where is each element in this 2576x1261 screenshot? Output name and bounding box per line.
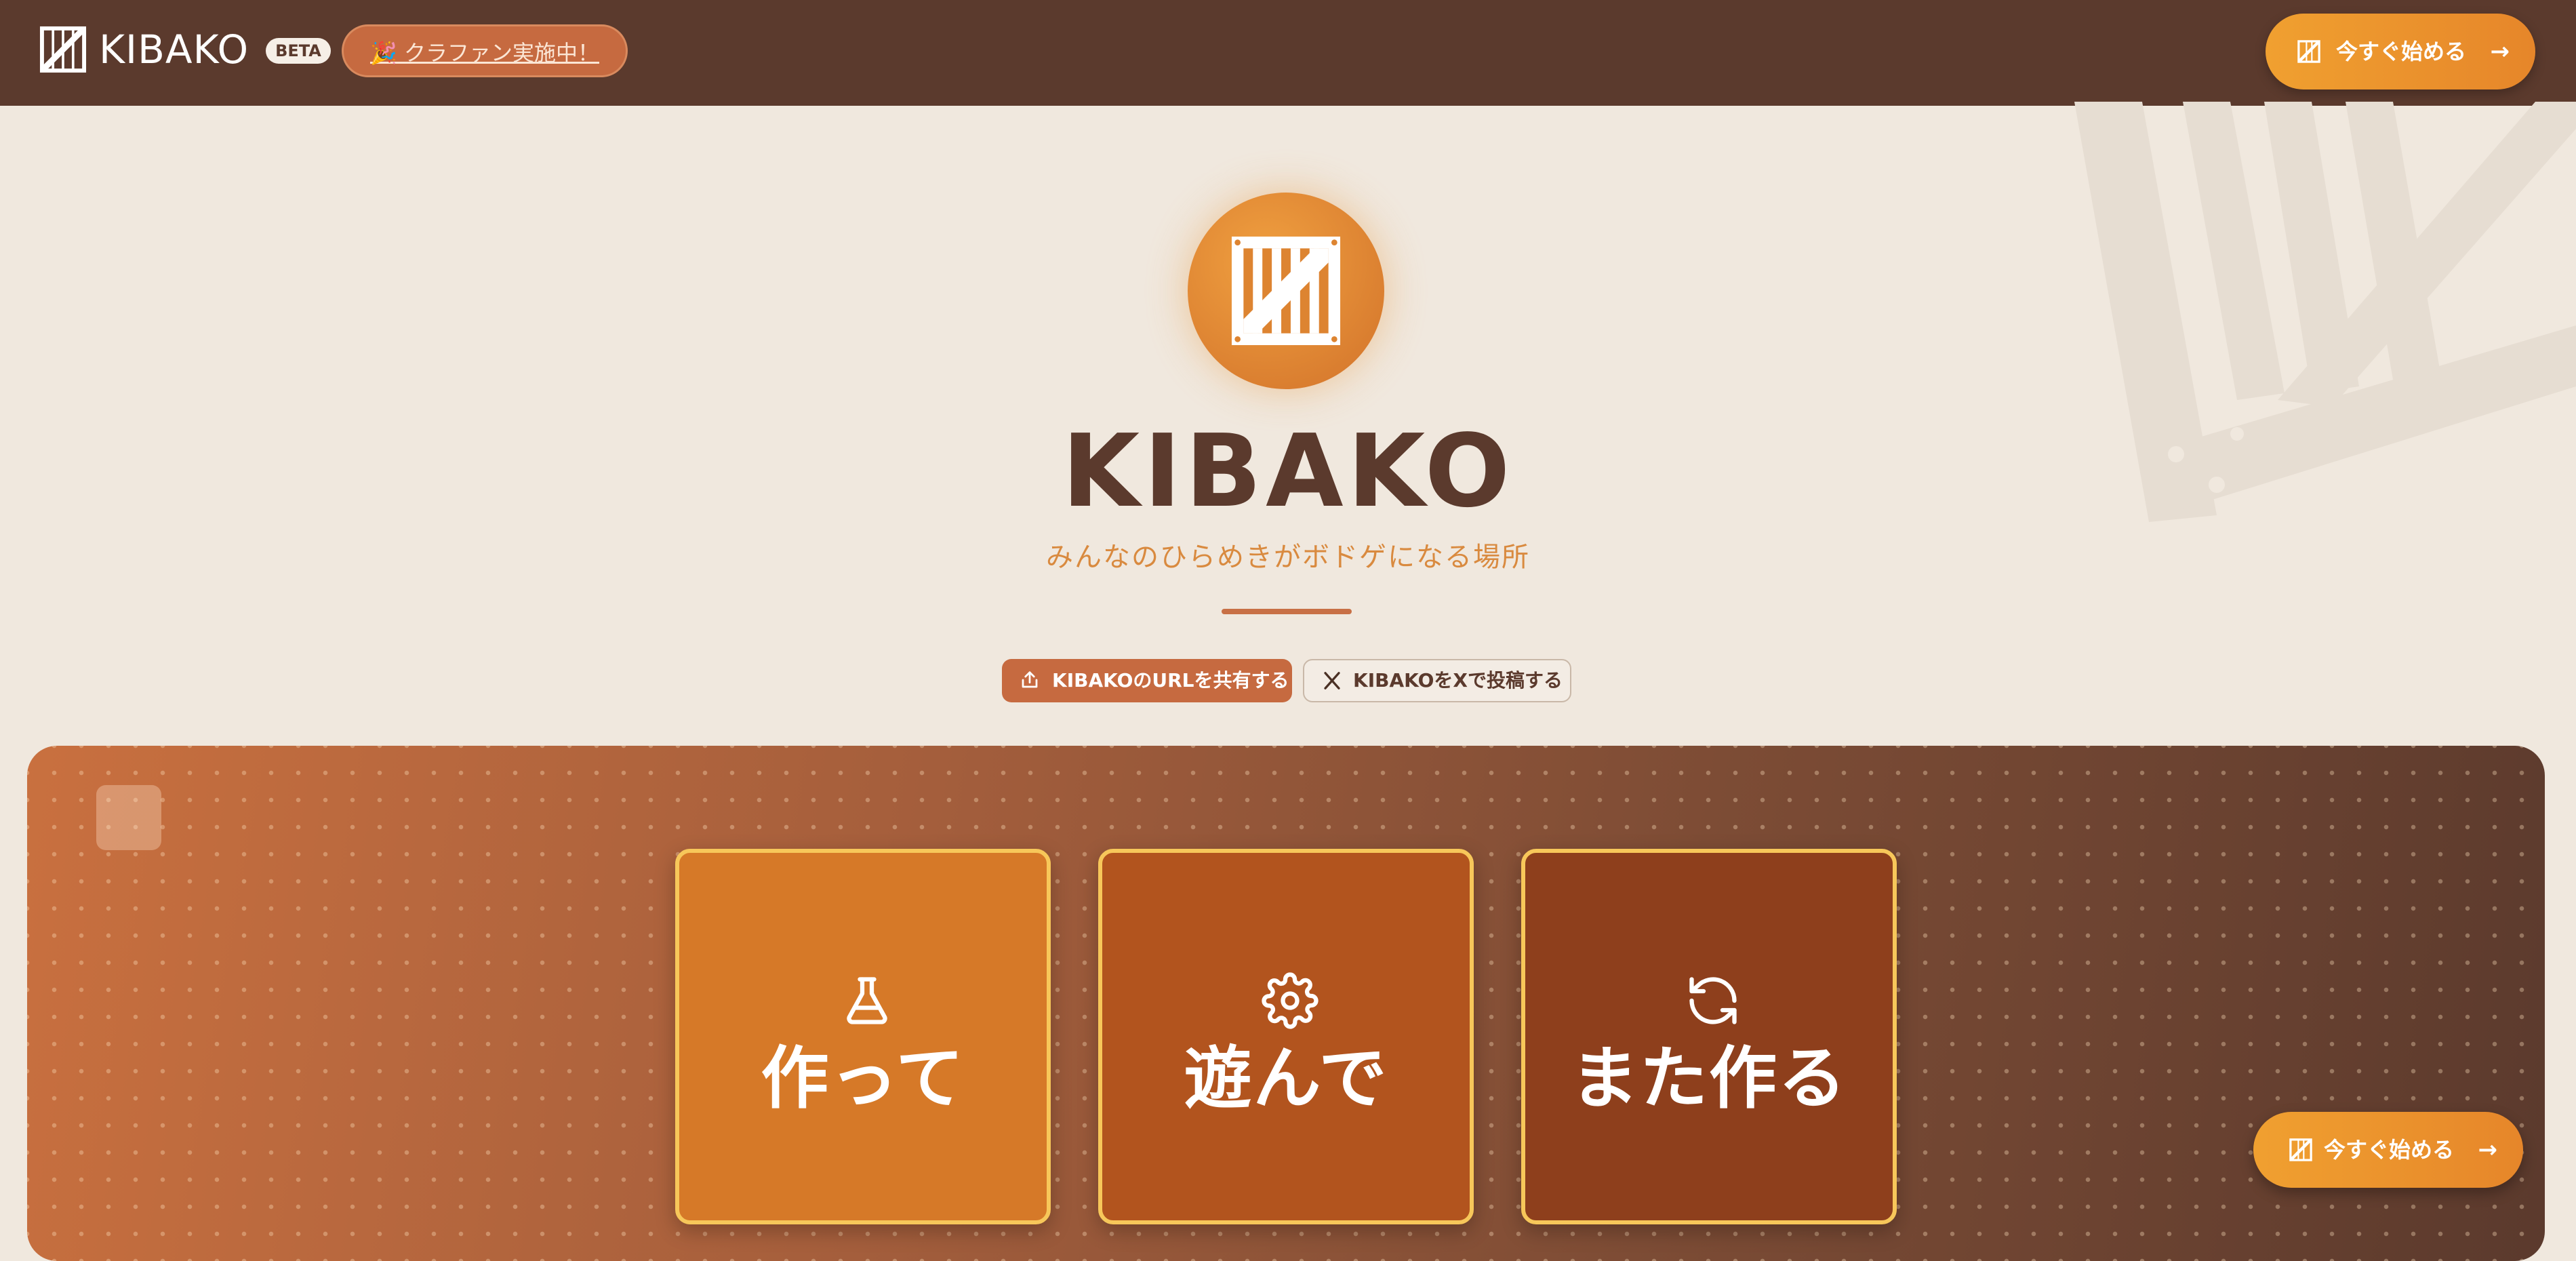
- brand-name[interactable]: KIBAKO: [99, 26, 249, 73]
- feature-card-label: 作って: [761, 1039, 965, 1118]
- feature-card-remake[interactable]: また作る: [1521, 849, 1897, 1224]
- share-url-label: KIBAKOのURLを共有する: [1052, 669, 1289, 692]
- crate-icon: [2289, 1138, 2312, 1161]
- start-now-label: 今すぐ始める: [2336, 39, 2467, 64]
- crate-icon: [1231, 236, 1341, 346]
- arrow-right-icon: →: [2490, 38, 2510, 65]
- refresh-icon: [1689, 977, 1737, 1024]
- decorative-square: [96, 785, 161, 850]
- hero-title: KIBAKO: [1062, 413, 1514, 529]
- x-logo-icon: [1324, 672, 1340, 689]
- feature-panel: 作って 遊んで また作る: [27, 746, 2545, 1261]
- hero-crate-badge: [1188, 193, 1384, 389]
- decorative-crate-illustration: [2074, 102, 2576, 522]
- beta-badge: BETA: [266, 38, 331, 64]
- crate-icon: [2297, 40, 2320, 63]
- flask-icon: [847, 977, 887, 1024]
- start-now-button-header[interactable]: 今すぐ始める →: [2266, 14, 2535, 89]
- share-x-label: KIBAKOをXで投稿する: [1353, 669, 1563, 692]
- feature-card-label: また作る: [1571, 1039, 1847, 1118]
- start-now-button-floating[interactable]: 今すぐ始める →: [2253, 1112, 2523, 1188]
- feature-card-label: 遊んで: [1184, 1039, 1388, 1118]
- share-icon: [1022, 671, 1038, 688]
- top-navigation-bar: KIBAKO BETA 🎉 クラファン実施中！ 今すぐ始める →: [0, 0, 2576, 106]
- hero-divider: [1222, 609, 1352, 614]
- share-url-button[interactable]: KIBAKOのURLを共有する: [1002, 659, 1292, 702]
- feature-card-make[interactable]: 作って: [675, 849, 1051, 1224]
- arrow-right-icon: →: [2478, 1136, 2498, 1163]
- start-now-label: 今すぐ始める: [2324, 1137, 2455, 1163]
- gear-icon: [1262, 972, 1319, 1029]
- feature-card-play[interactable]: 遊んで: [1098, 849, 1474, 1224]
- share-x-button[interactable]: KIBAKOをXで投稿する: [1303, 659, 1571, 702]
- crate-logo-icon[interactable]: [38, 24, 88, 75]
- hero-tagline: みんなのひらめきがボドゲになる場所: [1046, 542, 1530, 573]
- crowdfunding-button[interactable]: 🎉 クラファン実施中！: [342, 24, 628, 77]
